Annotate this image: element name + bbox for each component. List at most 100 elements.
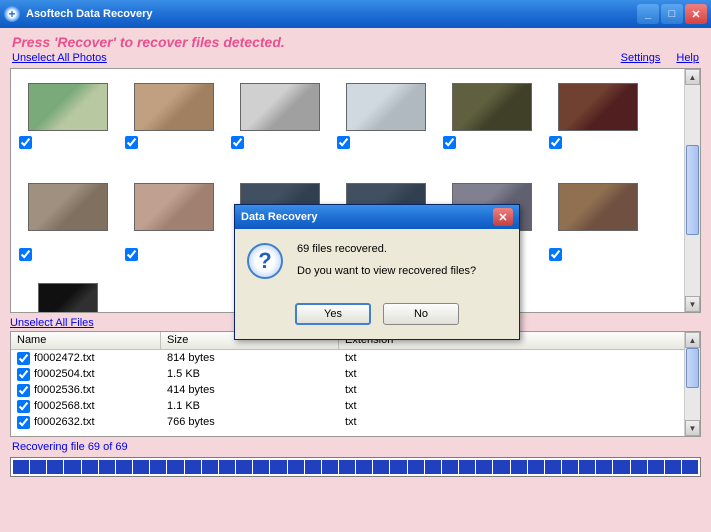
maximize-button[interactable]: □ — [661, 4, 683, 24]
progress-segment — [425, 460, 441, 474]
file-extension: txt — [339, 352, 700, 364]
file-size: 766 bytes — [161, 416, 339, 428]
progress-segment — [253, 460, 269, 474]
files-panel: Name Size Extension f0002472.txt814 byte… — [10, 331, 701, 437]
question-icon: ? — [247, 243, 283, 279]
scroll-thumb[interactable] — [686, 145, 699, 235]
photo-item[interactable] — [227, 77, 333, 177]
yes-button[interactable]: Yes — [295, 303, 371, 325]
settings-link[interactable]: Settings — [621, 52, 661, 64]
photo-item[interactable] — [121, 177, 227, 277]
no-button[interactable]: No — [383, 303, 459, 325]
table-row[interactable]: f0002472.txt814 bytestxt — [11, 350, 700, 366]
table-row[interactable]: f0002536.txt414 bytestxt — [11, 382, 700, 398]
photo-checkbox[interactable] — [125, 248, 138, 261]
help-link[interactable]: Help — [676, 52, 699, 64]
progress-segment — [476, 460, 492, 474]
progress-segment — [442, 460, 458, 474]
recovery-dialog: Data Recovery ✕ ? 69 files recovered. Do… — [234, 204, 520, 340]
progress-segment — [665, 460, 681, 474]
dialog-line2: Do you want to view recovered files? — [297, 265, 476, 277]
progress-segment — [116, 460, 132, 474]
progress-segment — [682, 460, 698, 474]
photos-scrollbar[interactable]: ▲ ▼ — [684, 69, 700, 312]
file-name: f0002504.txt — [34, 368, 95, 380]
progress-segment — [596, 460, 612, 474]
file-name: f0002536.txt — [34, 384, 95, 396]
photo-checkbox[interactable] — [19, 136, 32, 149]
table-row[interactable]: f0002504.txt 1.5 KBtxt — [11, 366, 700, 382]
photo-item[interactable] — [545, 177, 651, 277]
minimize-button[interactable]: _ — [637, 4, 659, 24]
file-checkbox[interactable] — [17, 368, 30, 381]
table-row[interactable]: f0002568.txt1.1 KBtxt — [11, 398, 700, 414]
progress-segment — [185, 460, 201, 474]
photo-item[interactable] — [15, 277, 121, 313]
progress-segment — [339, 460, 355, 474]
progress-segment — [47, 460, 63, 474]
progress-segment — [631, 460, 647, 474]
scroll-down-button[interactable]: ▼ — [685, 296, 700, 312]
photo-checkbox[interactable] — [19, 248, 32, 261]
scroll-down-button[interactable]: ▼ — [685, 420, 700, 436]
photo-checkbox[interactable] — [549, 136, 562, 149]
scroll-up-button[interactable]: ▲ — [685, 332, 700, 348]
photo-item[interactable] — [545, 77, 651, 177]
progress-segment — [579, 460, 595, 474]
dialog-close-button[interactable]: ✕ — [493, 208, 513, 226]
photo-checkbox[interactable] — [337, 136, 350, 149]
progress-segment — [648, 460, 664, 474]
progress-segment — [30, 460, 46, 474]
progress-segment — [528, 460, 544, 474]
column-header-name[interactable]: Name — [11, 332, 161, 349]
photo-thumbnail — [28, 83, 108, 131]
instruction-text: Press 'Recover' to recover files detecte… — [0, 28, 711, 52]
progress-segment — [511, 460, 527, 474]
file-checkbox[interactable] — [17, 352, 30, 365]
photo-checkbox[interactable] — [443, 136, 456, 149]
photo-thumbnail — [38, 283, 98, 313]
photo-item[interactable] — [333, 77, 439, 177]
files-scrollbar[interactable]: ▲ ▼ — [684, 332, 700, 436]
progress-segment — [82, 460, 98, 474]
photo-item[interactable] — [121, 77, 227, 177]
file-name: f0002632.txt — [34, 416, 95, 428]
photo-item[interactable] — [15, 77, 121, 177]
progress-segment — [99, 460, 115, 474]
scroll-thumb[interactable] — [686, 348, 699, 388]
photo-item[interactable] — [15, 177, 121, 277]
photo-checkbox[interactable] — [231, 136, 244, 149]
file-size: 814 bytes — [161, 352, 339, 364]
file-checkbox[interactable] — [17, 384, 30, 397]
unselect-files-link[interactable]: Unselect All Files — [10, 317, 94, 329]
file-size: 1.5 KB — [161, 368, 339, 380]
progress-segment — [202, 460, 218, 474]
file-extension: txt — [339, 384, 700, 396]
close-button[interactable]: ✕ — [685, 4, 707, 24]
progress-segment — [459, 460, 475, 474]
scroll-up-button[interactable]: ▲ — [685, 69, 700, 85]
file-size: 1.1 KB — [161, 400, 339, 412]
window-title: Asoftech Data Recovery — [26, 8, 153, 20]
file-checkbox[interactable] — [17, 416, 30, 429]
photo-thumbnail — [240, 83, 320, 131]
status-text: Recovering file 69 of 69 — [0, 437, 711, 455]
table-row[interactable]: f0002632.txt766 bytestxt — [11, 414, 700, 430]
dialog-title: Data Recovery — [241, 211, 317, 223]
file-extension: txt — [339, 368, 700, 380]
progress-segment — [236, 460, 252, 474]
photo-checkbox[interactable] — [549, 248, 562, 261]
progress-segment — [322, 460, 338, 474]
photo-thumbnail — [134, 183, 214, 231]
file-checkbox[interactable] — [17, 400, 30, 413]
progress-segment — [150, 460, 166, 474]
top-link-row: Unselect All Photos Settings Help — [0, 52, 711, 68]
photo-thumbnail — [558, 83, 638, 131]
progress-segment — [13, 460, 29, 474]
photo-item[interactable] — [439, 77, 545, 177]
progress-segment — [270, 460, 286, 474]
progress-segment — [408, 460, 424, 474]
progress-segment — [562, 460, 578, 474]
unselect-photos-link[interactable]: Unselect All Photos — [12, 52, 107, 64]
photo-checkbox[interactable] — [125, 136, 138, 149]
